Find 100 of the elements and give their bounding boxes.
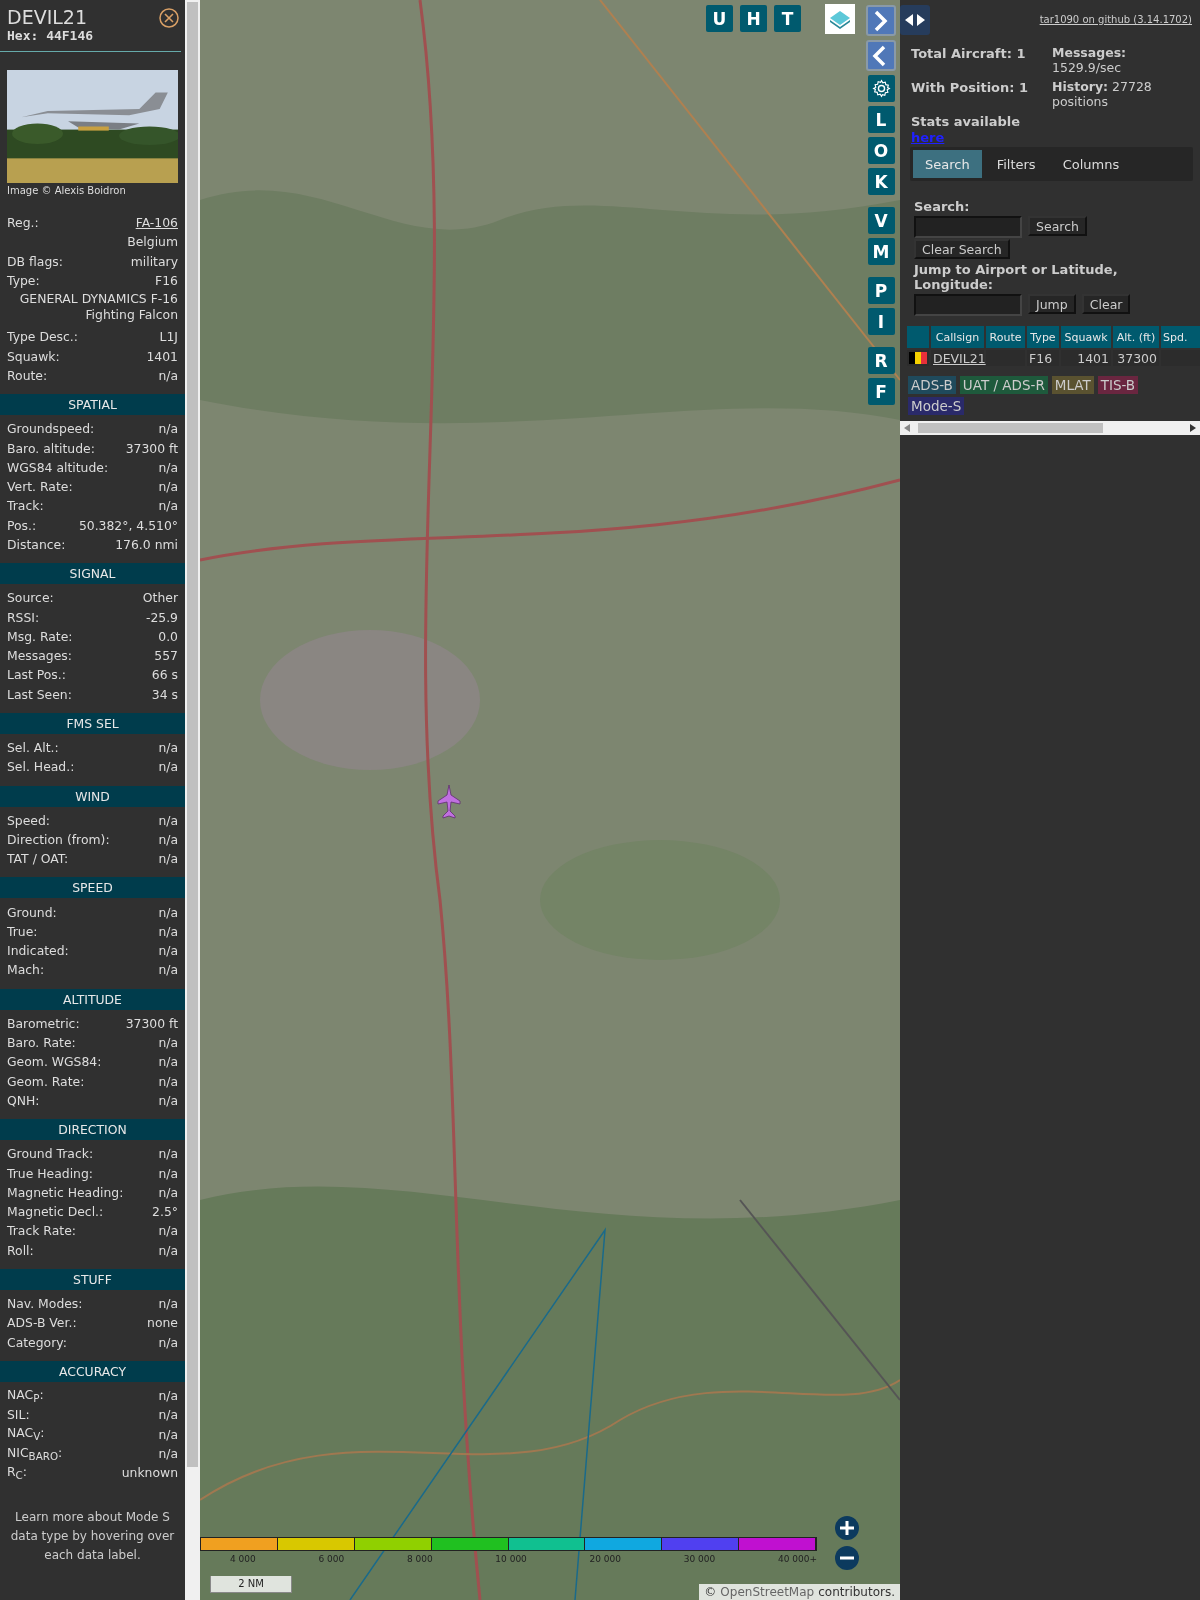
field-value: n/a bbox=[158, 943, 178, 959]
clear-button[interactable]: Clear bbox=[1081, 294, 1131, 314]
map-toggle-button[interactable]: T bbox=[774, 5, 801, 32]
field-label: Magnetic Heading: bbox=[7, 1184, 124, 1200]
map-toggle-button[interactable]: O bbox=[867, 137, 895, 164]
column-header[interactable]: Squawk bbox=[1061, 326, 1111, 348]
field-value: F16 bbox=[155, 273, 178, 289]
scroll-right-icon[interactable] bbox=[1190, 424, 1196, 432]
aircraft-marker-icon[interactable] bbox=[437, 785, 461, 819]
map-toggle-button[interactable]: L bbox=[867, 106, 895, 133]
source-tag: MLAT bbox=[1051, 376, 1094, 394]
jump-field[interactable] bbox=[914, 294, 1022, 316]
map-toggle-button[interactable]: H bbox=[740, 5, 767, 32]
zoom-out-button[interactable] bbox=[835, 1546, 859, 1570]
field-label: Direction (from): bbox=[7, 831, 110, 847]
plus-icon bbox=[835, 1516, 859, 1540]
field-label: Geom. Rate: bbox=[7, 1073, 85, 1089]
aircraft-callsign: DEVIL21 bbox=[7, 6, 88, 28]
field-value: n/a bbox=[158, 421, 178, 437]
field-value: n/a bbox=[158, 851, 178, 867]
field-label: Roll: bbox=[7, 1242, 34, 1258]
field-value: none bbox=[147, 1315, 178, 1331]
field-value: n/a bbox=[158, 1165, 178, 1181]
map-toggle-button[interactable]: R bbox=[867, 347, 895, 374]
field-label: Geom. WGS84: bbox=[7, 1054, 102, 1070]
field-label: Indicated: bbox=[7, 943, 69, 959]
field-label: WGS84 altitude: bbox=[7, 459, 109, 475]
field-value: n/a bbox=[158, 831, 178, 847]
field-value: n/a bbox=[158, 904, 178, 920]
zoom-in-button[interactable] bbox=[835, 1516, 859, 1540]
tab[interactable]: Search bbox=[913, 150, 982, 178]
field-label: R$_{C}$: bbox=[7, 1463, 27, 1482]
field-value: L1J bbox=[159, 329, 178, 345]
callsign-link[interactable]: DEVIL21 bbox=[933, 350, 986, 366]
scrollbar[interactable] bbox=[185, 0, 200, 1600]
column-header[interactable]: Type bbox=[1027, 326, 1059, 348]
map-toggle-button[interactable]: P bbox=[867, 277, 895, 304]
collapse-button[interactable] bbox=[866, 40, 896, 71]
field-label: Reg.: bbox=[7, 215, 39, 231]
field-value: 34 s bbox=[151, 686, 178, 702]
field-label: TAT / OAT: bbox=[7, 851, 69, 867]
attribution-link[interactable]: OpenStreetMap bbox=[720, 1585, 815, 1599]
field-label: SIL: bbox=[7, 1407, 30, 1423]
altitude-label: 40 000+ bbox=[777, 1554, 817, 1564]
search-field[interactable] bbox=[914, 216, 1022, 238]
field-label: Source: bbox=[7, 590, 54, 606]
field-value: 37300 ft bbox=[125, 1015, 178, 1031]
field-label: Msg. Rate: bbox=[7, 628, 73, 644]
field-label: Route: bbox=[7, 367, 48, 383]
field-label: DB flags: bbox=[7, 253, 63, 269]
field-label: ADS-B Ver.: bbox=[7, 1315, 77, 1331]
map-toggle-button[interactable]: F bbox=[867, 378, 895, 405]
close-icon[interactable] bbox=[159, 8, 179, 28]
field-value: Other bbox=[142, 590, 178, 606]
field-value: 66 s bbox=[151, 667, 178, 683]
github-link[interactable]: tar1090 on github (3.14.1702) bbox=[1039, 14, 1192, 25]
field-value: n/a bbox=[158, 367, 178, 383]
clear-search-button[interactable]: Clear Search bbox=[914, 239, 1010, 259]
column-header[interactable]: Callsign bbox=[931, 326, 984, 348]
field-label: Track Rate: bbox=[7, 1223, 76, 1239]
altitude-label: 10 000 bbox=[495, 1554, 527, 1564]
column-header[interactable]: Spd. bbox=[1161, 326, 1200, 348]
field-label: Track: bbox=[7, 498, 44, 514]
column-header[interactable]: Alt. (ft) bbox=[1113, 326, 1159, 348]
stats-text: Stats available bbox=[911, 113, 1022, 130]
with-position: With Position: 1 bbox=[911, 79, 1030, 96]
minus-icon bbox=[835, 1546, 859, 1570]
field-label: Distance: bbox=[7, 537, 66, 552]
map-toggle-button[interactable]: M bbox=[867, 238, 895, 265]
scrollbar[interactable] bbox=[900, 421, 1200, 435]
section-heading: FMS SEL bbox=[0, 712, 185, 734]
table-cell: 37300 bbox=[1113, 350, 1159, 366]
registration-link[interactable]: FA-106 bbox=[135, 215, 178, 231]
scroll-left-icon[interactable] bbox=[904, 424, 910, 432]
altitude-label: 20 000 bbox=[589, 1554, 622, 1564]
field-label: NIC$_{BARO}$: bbox=[7, 1444, 63, 1463]
settings-button[interactable] bbox=[867, 75, 895, 102]
field-label: RSSI: bbox=[7, 609, 40, 625]
column-header[interactable]: Route bbox=[986, 326, 1025, 348]
panel-toggle-button[interactable] bbox=[900, 5, 930, 35]
layers-button[interactable] bbox=[825, 4, 855, 34]
field-label: Nav. Modes: bbox=[7, 1296, 83, 1311]
jump-button[interactable]: Jump bbox=[1028, 294, 1076, 314]
section-heading: SIGNAL bbox=[0, 563, 185, 585]
scale-bar: 2 NM bbox=[210, 1576, 292, 1593]
map-toggle-button[interactable]: K bbox=[867, 168, 895, 195]
field-value: n/a bbox=[158, 1073, 178, 1089]
map-toggle-button[interactable]: U bbox=[706, 5, 733, 32]
map-toggle-button[interactable]: I bbox=[867, 308, 895, 335]
field-value: n/a bbox=[158, 1387, 178, 1403]
field-label: Barometric: bbox=[7, 1015, 80, 1031]
section-heading: DIRECTION bbox=[0, 1119, 185, 1141]
field-value: 1401 bbox=[146, 348, 178, 364]
help-note: Learn more about Mode S data type by hovering over each data label. bbox=[9, 1509, 176, 1565]
field-label: Type Desc.: bbox=[7, 329, 78, 345]
field-value: military bbox=[130, 253, 178, 269]
map-toggle-button[interactable]: V bbox=[867, 207, 895, 234]
hex-code: Hex: 44F146 bbox=[7, 28, 94, 43]
expand-button[interactable] bbox=[866, 5, 896, 36]
search-button[interactable]: Search bbox=[1028, 216, 1087, 236]
